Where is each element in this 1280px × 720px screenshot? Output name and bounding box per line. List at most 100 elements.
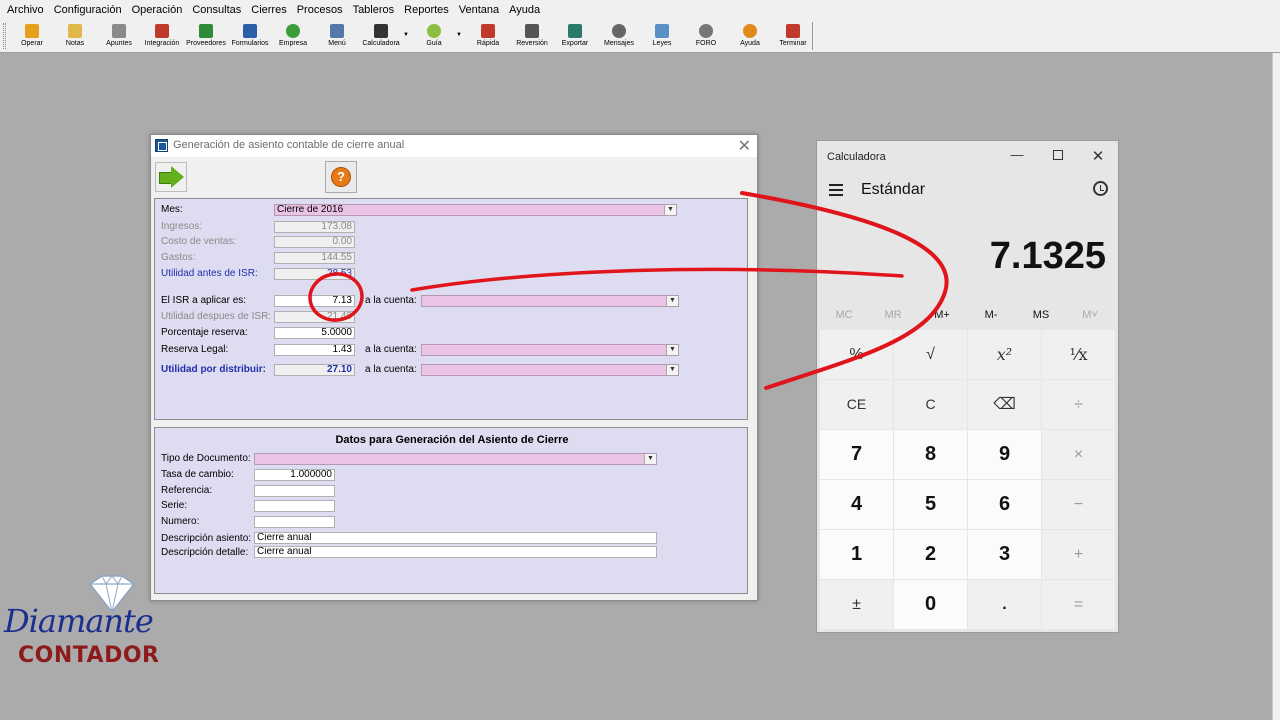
utilidad-despues-isr-field: 21.40 — [274, 311, 355, 323]
toolbar-apuntes-button[interactable]: Apuntes — [95, 22, 143, 52]
add-key[interactable]: + — [1042, 530, 1115, 579]
toolbar-notas-button[interactable]: Notas — [51, 22, 99, 52]
toolbar-menu-button[interactable]: Menú — [313, 22, 361, 52]
toolbar-operar-button[interactable]: Operar — [8, 22, 56, 52]
reserva-account-select[interactable]: ▼ — [421, 344, 679, 356]
help-button[interactable]: ? — [325, 161, 357, 193]
square-root-key[interactable]: √ — [894, 330, 967, 379]
digit-1-key[interactable]: 1 — [820, 530, 893, 579]
toolbar-leyes-button[interactable]: Leyes — [638, 22, 686, 52]
menu-consultas[interactable]: Consultas — [187, 4, 246, 16]
decimal-key[interactable]: . — [968, 580, 1041, 629]
utilidad-account-select[interactable]: ▼ — [421, 364, 679, 376]
reciprocal-key[interactable]: ¹⁄x — [1042, 330, 1115, 379]
maximize-icon[interactable] — [1048, 147, 1068, 163]
reserva-legal-label: Reserva Legal: — [161, 344, 229, 355]
backspace-key[interactable]: ⌫ — [968, 380, 1041, 429]
digit-4-key[interactable]: 4 — [820, 480, 893, 529]
toolbar-exportar-button[interactable]: Exportar — [551, 22, 599, 52]
toolbar-ayuda-button[interactable]: Ayuda — [726, 22, 774, 52]
vertical-scrollbar[interactable] — [1272, 53, 1280, 720]
chevron-down-icon[interactable]: ▼ — [666, 296, 678, 306]
toolbar-foro-button[interactable]: FORO — [682, 22, 730, 52]
memory-add-button[interactable]: M+ — [922, 309, 962, 321]
square-key[interactable]: x² — [968, 330, 1041, 379]
digit-6-key[interactable]: 6 — [968, 480, 1041, 529]
clear-entry-key[interactable]: CE — [820, 380, 893, 429]
memory-store-button[interactable]: MS — [1021, 309, 1061, 321]
digit-3-key[interactable]: 3 — [968, 530, 1041, 579]
digit-5-key[interactable]: 5 — [894, 480, 967, 529]
chevron-down-icon[interactable]: ▼ — [666, 345, 678, 355]
tipo-documento-select[interactable]: ▼ — [254, 453, 657, 465]
toolbar-guia-button[interactable]: Guía ▼ — [410, 22, 462, 52]
menu-cierres[interactable]: Cierres — [246, 4, 291, 16]
execute-arrow-button[interactable] — [155, 162, 187, 192]
close-icon[interactable]: ✕ — [1088, 147, 1108, 165]
porcentaje-reserva-field[interactable]: 5.0000 — [274, 327, 355, 339]
calculator-title: Calculadora — [827, 151, 886, 163]
menu-bar: Archivo Configuración Operación Consulta… — [0, 0, 1280, 20]
hamburger-menu-icon[interactable] — [829, 184, 843, 199]
toolbar-calculadora-button[interactable]: Calculadora ▼ — [357, 22, 409, 52]
menu-reportes[interactable]: Reportes — [399, 4, 454, 16]
toolbar-empresa-button[interactable]: Empresa — [269, 22, 317, 52]
multiply-key[interactable]: × — [1042, 430, 1115, 479]
isr-cuenta-label: a la cuenta: — [365, 295, 417, 306]
toolbar-label: Terminar — [779, 40, 807, 47]
close-icon[interactable]: ✕ — [738, 136, 751, 156]
toolbar-rapida-button[interactable]: Rápida — [464, 22, 512, 52]
numero-field[interactable] — [254, 516, 335, 528]
mes-select[interactable]: Cierre de 2016 ▼ — [274, 204, 677, 216]
menu-archivo[interactable]: Archivo — [2, 4, 49, 16]
subtract-key[interactable]: − — [1042, 480, 1115, 529]
memory-recall-button[interactable]: MR — [873, 309, 913, 321]
chevron-down-icon[interactable]: ▼ — [456, 32, 462, 38]
isr-account-select[interactable]: ▼ — [421, 295, 679, 307]
menu-tableros[interactable]: Tableros — [348, 4, 400, 16]
memory-list-button[interactable]: M˅ — [1070, 309, 1110, 321]
closing-entry-dialog: Generación de asiento contable de cierre… — [150, 134, 758, 601]
digit-7-key[interactable]: 7 — [820, 430, 893, 479]
menu-ventana[interactable]: Ventana — [454, 4, 504, 16]
digit-8-key[interactable]: 8 — [894, 430, 967, 479]
history-icon[interactable] — [1093, 181, 1108, 196]
percent-key[interactable]: % — [820, 330, 893, 379]
divide-key[interactable]: ÷ — [1042, 380, 1115, 429]
isr-field[interactable]: 7.13 — [274, 295, 355, 307]
serie-field[interactable] — [254, 500, 335, 512]
referencia-label: Referencia: — [161, 485, 213, 496]
menu-procesos[interactable]: Procesos — [292, 4, 348, 16]
descripcion-detalle-field[interactable]: Cierre anual — [254, 546, 657, 558]
mes-select-value: Cierre de 2016 — [277, 204, 344, 215]
memory-clear-button[interactable]: MC — [824, 309, 864, 321]
toolbar-formularios-button[interactable]: Formularios — [226, 22, 274, 52]
laws-icon — [655, 24, 669, 38]
dialog-titlebar[interactable]: Generación de asiento contable de cierre… — [151, 135, 757, 157]
memory-subtract-button[interactable]: M- — [971, 309, 1011, 321]
clear-key[interactable]: C — [894, 380, 967, 429]
toolbar-terminar-button[interactable]: Terminar — [769, 22, 817, 52]
tasa-cambio-field[interactable]: 1.000000 — [254, 469, 335, 481]
descripcion-asiento-field[interactable]: Cierre anual — [254, 532, 657, 544]
chevron-down-icon[interactable]: ▼ — [664, 205, 676, 215]
referencia-field[interactable] — [254, 485, 335, 497]
toolbar-reversion-button[interactable]: Reversión — [508, 22, 556, 52]
negate-key[interactable]: ± — [820, 580, 893, 629]
minimize-icon[interactable]: — — [1007, 147, 1027, 162]
digit-0-key[interactable]: 0 — [894, 580, 967, 629]
menu-configuracion[interactable]: Configuración — [49, 4, 127, 16]
toolbar-mensajes-button[interactable]: Mensajes — [595, 22, 643, 52]
digit-2-key[interactable]: 2 — [894, 530, 967, 579]
digit-9-key[interactable]: 9 — [968, 430, 1041, 479]
reserva-legal-field[interactable]: 1.43 — [274, 344, 355, 356]
chevron-down-icon[interactable]: ▼ — [644, 454, 656, 464]
menu-ayuda[interactable]: Ayuda — [504, 4, 545, 16]
chevron-down-icon[interactable]: ▼ — [403, 32, 409, 38]
chevron-down-icon[interactable]: ▼ — [666, 365, 678, 375]
menu-operacion[interactable]: Operación — [127, 4, 188, 16]
equals-key[interactable]: = — [1042, 580, 1115, 629]
descripcion-detalle-label: Descripción detalle: — [161, 547, 249, 558]
toolbar-integracion-button[interactable]: Integración — [138, 22, 186, 52]
toolbar-proveedores-button[interactable]: Proveedores — [182, 22, 230, 52]
